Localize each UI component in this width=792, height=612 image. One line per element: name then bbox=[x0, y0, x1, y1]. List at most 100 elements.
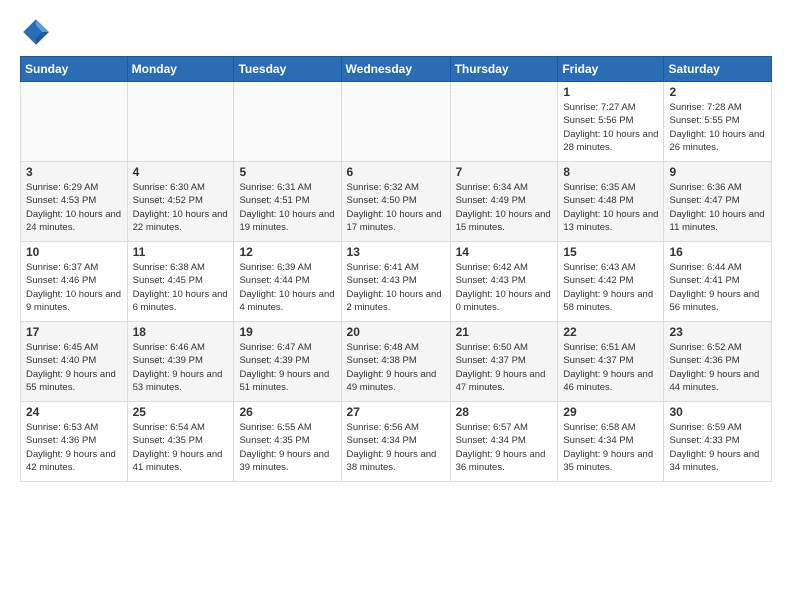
col-header-tuesday: Tuesday bbox=[234, 57, 341, 82]
calendar-cell: 2 Sunrise: 7:28 AM Sunset: 5:55 PM Daylig… bbox=[664, 82, 772, 162]
day-number: 30 bbox=[669, 405, 766, 419]
day-number: 4 bbox=[133, 165, 229, 179]
calendar-cell: 27 Sunrise: 6:56 AM Sunset: 4:34 PM Dayli… bbox=[341, 402, 450, 482]
calendar-cell: 3 Sunrise: 6:29 AM Sunset: 4:53 PM Daylig… bbox=[21, 162, 128, 242]
calendar-cell: 7 Sunrise: 6:34 AM Sunset: 4:49 PM Daylig… bbox=[450, 162, 558, 242]
day-number: 3 bbox=[26, 165, 122, 179]
day-number: 2 bbox=[669, 85, 766, 99]
calendar-week-row: 3 Sunrise: 6:29 AM Sunset: 4:53 PM Daylig… bbox=[21, 162, 772, 242]
col-header-monday: Monday bbox=[127, 57, 234, 82]
day-number: 9 bbox=[669, 165, 766, 179]
calendar-cell: 25Sunrise: 6:54 AM Sunset: 4:35 PM Dayli… bbox=[127, 402, 234, 482]
day-number: 7 bbox=[456, 165, 553, 179]
calendar-cell: 4 Sunrise: 6:30 AM Sunset: 4:52 PM Daylig… bbox=[127, 162, 234, 242]
day-number: 26 bbox=[239, 405, 335, 419]
day-info: Sunrise: 6:56 AM Sunset: 4:34 PM Dayligh… bbox=[347, 421, 445, 474]
calendar-cell: 19 Sunrise: 6:47 AM Sunset: 4:39 PM Dayli… bbox=[234, 322, 341, 402]
day-info: Sunrise: 6:48 AM Sunset: 4:38 PM Dayligh… bbox=[347, 341, 445, 394]
day-info: Sunrise: 6:32 AM Sunset: 4:50 PM Dayligh… bbox=[347, 181, 445, 234]
calendar-cell bbox=[341, 82, 450, 162]
calendar-cell: 1 Sunrise: 7:27 AM Sunset: 5:56 PM Daylig… bbox=[558, 82, 664, 162]
day-info: Sunrise: 6:43 AM Sunset: 4:42 PM Dayligh… bbox=[563, 261, 658, 314]
day-info: Sunrise: 7:28 AM Sunset: 5:55 PM Dayligh… bbox=[669, 101, 766, 154]
calendar-header-row: SundayMondayTuesdayWednesdayThursdayFrid… bbox=[21, 57, 772, 82]
day-info: Sunrise: 6:50 AM Sunset: 4:37 PM Dayligh… bbox=[456, 341, 553, 394]
day-info: Sunrise: 6:47 AM Sunset: 4:39 PM Dayligh… bbox=[239, 341, 335, 394]
day-info: Sunrise: 6:29 AM Sunset: 4:53 PM Dayligh… bbox=[26, 181, 122, 234]
day-info: Sunrise: 6:54 AM Sunset: 4:35 PM Dayligh… bbox=[133, 421, 229, 474]
col-header-friday: Friday bbox=[558, 57, 664, 82]
day-info: Sunrise: 6:53 AM Sunset: 4:36 PM Dayligh… bbox=[26, 421, 122, 474]
calendar-cell bbox=[21, 82, 128, 162]
calendar-week-row: 10Sunrise: 6:37 AM Sunset: 4:46 PM Dayli… bbox=[21, 242, 772, 322]
calendar-table: SundayMondayTuesdayWednesdayThursdayFrid… bbox=[20, 56, 772, 482]
calendar-cell bbox=[234, 82, 341, 162]
calendar-cell: 30Sunrise: 6:59 AM Sunset: 4:33 PM Dayli… bbox=[664, 402, 772, 482]
calendar-cell: 8 Sunrise: 6:35 AM Sunset: 4:48 PM Daylig… bbox=[558, 162, 664, 242]
col-header-wednesday: Wednesday bbox=[341, 57, 450, 82]
logo bbox=[20, 16, 56, 48]
day-number: 20 bbox=[347, 325, 445, 339]
calendar-cell: 28 Sunrise: 6:57 AM Sunset: 4:34 PM Dayli… bbox=[450, 402, 558, 482]
day-number: 12 bbox=[239, 245, 335, 259]
calendar-cell: 17 Sunrise: 6:45 AM Sunset: 4:40 PM Dayli… bbox=[21, 322, 128, 402]
calendar-cell bbox=[450, 82, 558, 162]
day-info: Sunrise: 6:34 AM Sunset: 4:49 PM Dayligh… bbox=[456, 181, 553, 234]
calendar-cell: 5 Sunrise: 6:31 AM Sunset: 4:51 PM Daylig… bbox=[234, 162, 341, 242]
col-header-sunday: Sunday bbox=[21, 57, 128, 82]
day-info: Sunrise: 6:51 AM Sunset: 4:37 PM Dayligh… bbox=[563, 341, 658, 394]
logo-icon bbox=[20, 16, 52, 48]
calendar-cell: 29 Sunrise: 6:58 AM Sunset: 4:34 PM Dayli… bbox=[558, 402, 664, 482]
day-number: 19 bbox=[239, 325, 335, 339]
day-number: 15 bbox=[563, 245, 658, 259]
day-number: 10 bbox=[26, 245, 122, 259]
calendar-cell: 20 Sunrise: 6:48 AM Sunset: 4:38 PM Dayli… bbox=[341, 322, 450, 402]
day-number: 29 bbox=[563, 405, 658, 419]
day-number: 16 bbox=[669, 245, 766, 259]
day-info: Sunrise: 6:42 AM Sunset: 4:43 PM Dayligh… bbox=[456, 261, 553, 314]
calendar-cell: 22 Sunrise: 6:51 AM Sunset: 4:37 PM Dayli… bbox=[558, 322, 664, 402]
calendar-week-row: 17 Sunrise: 6:45 AM Sunset: 4:40 PM Dayli… bbox=[21, 322, 772, 402]
day-number: 1 bbox=[563, 85, 658, 99]
day-number: 8 bbox=[563, 165, 658, 179]
day-number: 28 bbox=[456, 405, 553, 419]
calendar-cell: 15 Sunrise: 6:43 AM Sunset: 4:42 PM Dayli… bbox=[558, 242, 664, 322]
day-info: Sunrise: 6:39 AM Sunset: 4:44 PM Dayligh… bbox=[239, 261, 335, 314]
day-info: Sunrise: 6:30 AM Sunset: 4:52 PM Dayligh… bbox=[133, 181, 229, 234]
day-info: Sunrise: 6:45 AM Sunset: 4:40 PM Dayligh… bbox=[26, 341, 122, 394]
calendar-cell: 13 Sunrise: 6:41 AM Sunset: 4:43 PM Dayli… bbox=[341, 242, 450, 322]
day-number: 17 bbox=[26, 325, 122, 339]
day-number: 13 bbox=[347, 245, 445, 259]
calendar-week-row: 24 Sunrise: 6:53 AM Sunset: 4:36 PM Dayli… bbox=[21, 402, 772, 482]
calendar-cell bbox=[127, 82, 234, 162]
calendar-week-row: 1 Sunrise: 7:27 AM Sunset: 5:56 PM Daylig… bbox=[21, 82, 772, 162]
day-info: Sunrise: 6:58 AM Sunset: 4:34 PM Dayligh… bbox=[563, 421, 658, 474]
day-info: Sunrise: 6:31 AM Sunset: 4:51 PM Dayligh… bbox=[239, 181, 335, 234]
day-info: Sunrise: 6:57 AM Sunset: 4:34 PM Dayligh… bbox=[456, 421, 553, 474]
page-header bbox=[20, 16, 772, 48]
day-info: Sunrise: 6:44 AM Sunset: 4:41 PM Dayligh… bbox=[669, 261, 766, 314]
day-number: 27 bbox=[347, 405, 445, 419]
day-info: Sunrise: 6:35 AM Sunset: 4:48 PM Dayligh… bbox=[563, 181, 658, 234]
calendar-cell: 11Sunrise: 6:38 AM Sunset: 4:45 PM Dayli… bbox=[127, 242, 234, 322]
day-number: 21 bbox=[456, 325, 553, 339]
calendar-cell: 21 Sunrise: 6:50 AM Sunset: 4:37 PM Dayli… bbox=[450, 322, 558, 402]
day-number: 24 bbox=[26, 405, 122, 419]
calendar-cell: 10Sunrise: 6:37 AM Sunset: 4:46 PM Dayli… bbox=[21, 242, 128, 322]
day-info: Sunrise: 6:38 AM Sunset: 4:45 PM Dayligh… bbox=[133, 261, 229, 314]
day-info: Sunrise: 6:46 AM Sunset: 4:39 PM Dayligh… bbox=[133, 341, 229, 394]
calendar-cell: 23Sunrise: 6:52 AM Sunset: 4:36 PM Dayli… bbox=[664, 322, 772, 402]
calendar-cell: 18Sunrise: 6:46 AM Sunset: 4:39 PM Dayli… bbox=[127, 322, 234, 402]
calendar-cell: 26 Sunrise: 6:55 AM Sunset: 4:35 PM Dayli… bbox=[234, 402, 341, 482]
day-number: 5 bbox=[239, 165, 335, 179]
calendar-cell: 14 Sunrise: 6:42 AM Sunset: 4:43 PM Dayli… bbox=[450, 242, 558, 322]
day-number: 14 bbox=[456, 245, 553, 259]
calendar-cell: 12 Sunrise: 6:39 AM Sunset: 4:44 PM Dayli… bbox=[234, 242, 341, 322]
day-info: Sunrise: 6:55 AM Sunset: 4:35 PM Dayligh… bbox=[239, 421, 335, 474]
day-info: Sunrise: 6:52 AM Sunset: 4:36 PM Dayligh… bbox=[669, 341, 766, 394]
day-info: Sunrise: 6:41 AM Sunset: 4:43 PM Dayligh… bbox=[347, 261, 445, 314]
calendar-cell: 9Sunrise: 6:36 AM Sunset: 4:47 PM Daylig… bbox=[664, 162, 772, 242]
day-number: 6 bbox=[347, 165, 445, 179]
day-number: 22 bbox=[563, 325, 658, 339]
day-info: Sunrise: 7:27 AM Sunset: 5:56 PM Dayligh… bbox=[563, 101, 658, 154]
